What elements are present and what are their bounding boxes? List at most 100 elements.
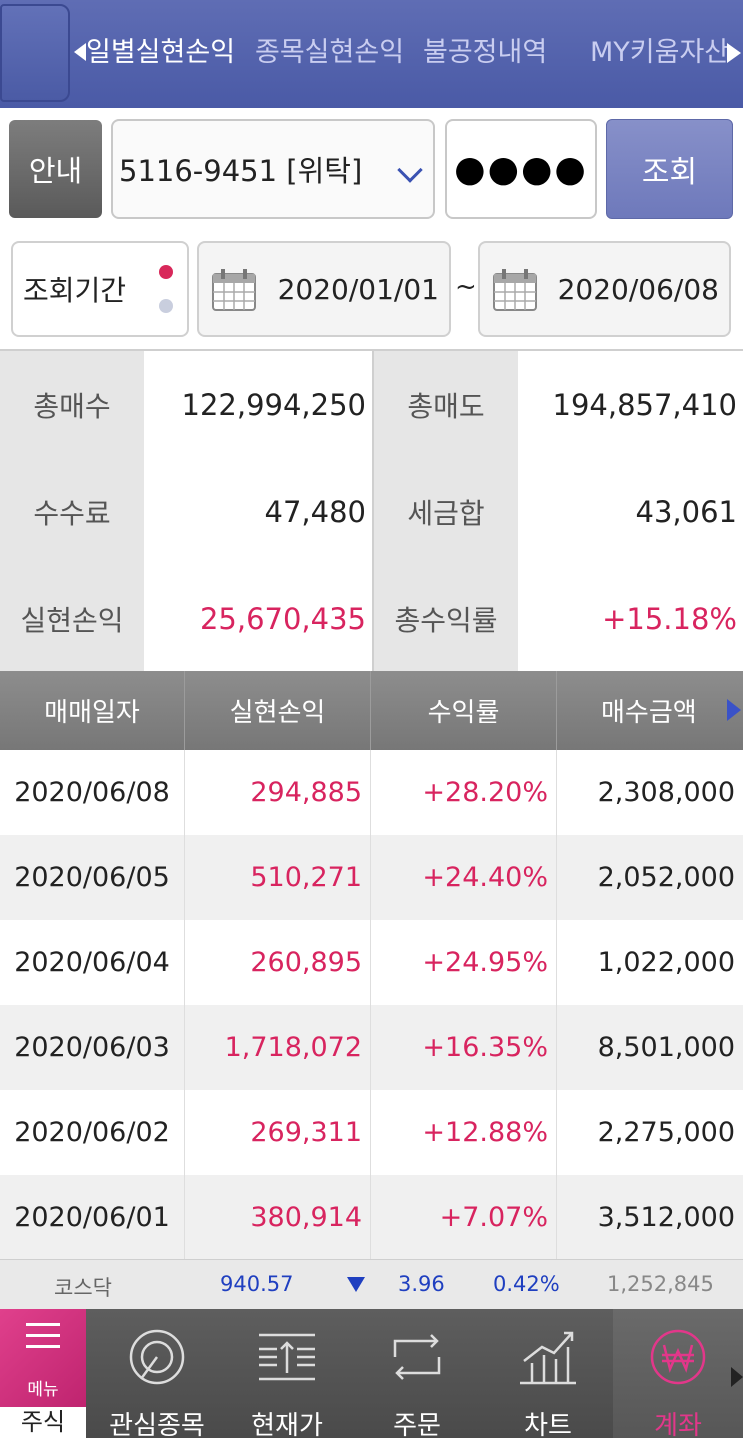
start-date-field[interactable]: 2020/01/01 [197,241,451,337]
column-header-buy-amount[interactable]: 매수금액 [557,671,743,750]
realized-pnl-label: 실현손익 [0,565,144,672]
price-icon [259,1333,315,1381]
row-date: 2020/06/08 [14,777,170,808]
row-buy-amount: 2,052,000 [597,862,735,893]
total-buy-label: 총매수 [0,351,144,458]
tab-scroll-right-icon[interactable] [727,43,741,63]
scroll-columns-right-icon[interactable] [727,699,741,721]
chevron-down-icon [397,157,423,183]
total-buy-value: 122,994,250 [144,351,372,458]
nav-watchlist[interactable]: 관심종목 [92,1309,222,1441]
fee-value: 47,480 [144,458,372,565]
row-date: 2020/06/04 [14,947,170,978]
nav-label: 관심종목 [109,1411,205,1441]
column-header-date[interactable]: 매매일자 [0,671,184,750]
ticker-name: 코스닥 [54,1276,112,1300]
won-icon [650,1329,706,1385]
nav-current-price[interactable]: 현재가 [222,1309,352,1441]
ticker-change: 3.96 [398,1272,445,1296]
account-value: 5116-9451 [위탁] [119,154,363,188]
tab-unfair-history[interactable]: 불공정내역 [423,30,547,69]
column-header-pnl[interactable]: 실현손익 [185,671,370,750]
row-rate: +24.40% [422,862,548,893]
row-rate: +16.35% [422,1032,548,1063]
column-divider [556,750,557,1259]
nav-more-arrow-icon[interactable] [731,1367,743,1387]
column-header-rate[interactable]: 수익률 [371,671,556,750]
calendar-icon [212,269,256,311]
target-icon [129,1329,185,1385]
nav-label: 주문 [393,1411,441,1441]
row-date: 2020/06/05 [14,862,170,893]
nav-chart[interactable]: 차트 [483,1309,613,1441]
period-indicator-inactive-icon [159,299,173,313]
row-buy-amount: 2,275,000 [597,1117,735,1148]
nav-account[interactable]: 계좌 [613,1309,743,1441]
row-date: 2020/06/02 [14,1117,170,1148]
period-toggle[interactable]: 조회기간 [11,241,189,337]
ticker-index: 940.57 [220,1272,294,1296]
nav-label: 계좌 [654,1411,702,1441]
realized-pnl-value: 25,670,435 [144,565,372,672]
ticker-volume: 1,252,845 [607,1272,714,1296]
period-indicator-active-icon [159,265,173,279]
row-rate: +24.95% [422,947,548,978]
tab-scroll-left-icon[interactable] [74,43,86,61]
index-ticker[interactable]: 코스닥 940.57 3.96 0.42% 1,252,845 [0,1259,743,1309]
period-label: 조회기간 [23,274,127,307]
table-row[interactable]: 2020/06/04 260,895 +24.95% 1,022,000 [0,920,743,1005]
calendar-icon [493,269,537,311]
row-buy-amount: 8,501,000 [597,1032,735,1063]
table-row[interactable]: 2020/06/05 510,271 +24.40% 2,052,000 [0,835,743,920]
table-row[interactable]: 2020/06/03 1,718,072 +16.35% 8,501,000 [0,1005,743,1090]
header-tabbar: 일별실현손익 종목실현손익 불공정내역 MY키움자산 [0,0,743,108]
total-return-value: +15.18% [518,565,743,672]
stock-label[interactable]: 주식 [0,1407,86,1438]
row-rate: +28.20% [422,777,548,808]
tab-my-assets[interactable]: MY키움자산 [590,30,729,69]
bottom-nav: 메뉴 주식 관심종목 현재가 주문 차트 계좌 [0,1309,743,1441]
end-date-field[interactable]: 2020/06/08 [478,241,731,337]
row-pnl: 510,271 [250,862,362,893]
ticker-change-pct: 0.42% [493,1272,560,1296]
order-swap-icon [393,1334,441,1380]
date-separator: ~ [455,272,477,302]
account-select[interactable]: 5116-9451 [위탁] [111,119,435,219]
row-buy-amount: 3,512,000 [597,1202,735,1233]
menu-button[interactable]: 메뉴 주식 [0,1309,86,1438]
table-row[interactable]: 2020/06/01 380,914 +7.07% 3,512,000 [0,1175,743,1260]
row-date: 2020/06/03 [14,1032,170,1063]
down-triangle-icon [347,1277,365,1292]
password-field[interactable]: ●●●● [445,119,597,219]
hamburger-icon [26,1323,60,1349]
total-return-label: 총수익률 [374,565,518,672]
row-pnl: 260,895 [250,947,362,978]
nav-label: 차트 [524,1411,572,1441]
row-rate: +7.07% [439,1202,548,1233]
table-row[interactable]: 2020/06/02 269,311 +12.88% 2,275,000 [0,1090,743,1175]
row-pnl: 294,885 [250,777,362,808]
nav-label: 현재가 [251,1411,323,1441]
nav-order[interactable]: 주문 [352,1309,482,1441]
table-row[interactable]: 2020/06/08 294,885 +28.20% 2,308,000 [0,750,743,835]
summary-divider [372,351,374,671]
tax-label: 세금합 [374,458,518,565]
row-date: 2020/06/01 [14,1202,170,1233]
fee-label: 수수료 [0,458,144,565]
back-button[interactable] [0,4,70,102]
total-sell-value: 194,857,410 [518,351,743,458]
info-button[interactable]: 안내 [9,120,102,218]
row-pnl: 269,311 [250,1117,362,1148]
search-button[interactable]: 조회 [606,119,733,219]
menu-label: 메뉴 [27,1380,59,1400]
table-header: 매매일자 실현손익 수익률 매수금액 [0,671,743,750]
summary-panel: 총매수 122,994,250 총매도 194,857,410 수수료 47,4… [0,349,743,672]
row-buy-amount: 1,022,000 [597,947,735,978]
end-date: 2020/06/08 [557,272,719,306]
tab-daily-realized-pnl[interactable]: 일별실현손익 [86,30,235,69]
column-divider [184,750,185,1259]
row-pnl: 1,718,072 [224,1032,362,1063]
tax-value: 43,061 [518,458,743,565]
tab-stock-realized-pnl[interactable]: 종목실현손익 [255,30,404,69]
chart-icon [520,1331,576,1385]
